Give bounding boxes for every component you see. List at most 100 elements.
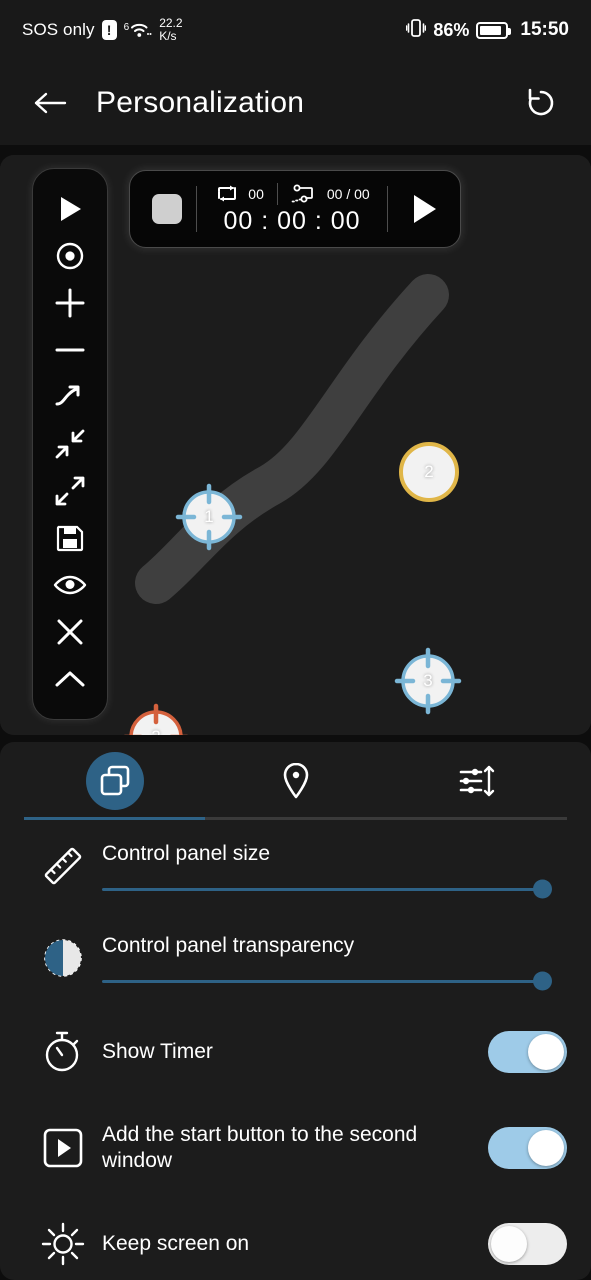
setting-body: Show Timer — [102, 1039, 488, 1065]
setting-label: Control panel size — [102, 841, 271, 865]
status-bar-left: SOS only ! 6 22.2 K/s — [22, 17, 183, 42]
timer-counters: 00 00 / 00 — [214, 182, 370, 205]
slider-thumb[interactable] — [533, 879, 552, 899]
network-speed: 22.2 K/s — [159, 17, 182, 42]
ring-marker-icon — [399, 442, 459, 502]
timer-widget: 00 00 / 00 00 : 00 : 00 — [129, 170, 461, 248]
start-button[interactable] — [402, 187, 446, 231]
slider-thumb[interactable] — [533, 971, 552, 991]
divider — [276, 182, 278, 205]
tool-expand-button[interactable] — [40, 468, 100, 515]
slider-body: Control panel size — [102, 841, 567, 899]
setting-label: Control panel transparency — [102, 933, 355, 957]
waypoint-marker[interactable]: 2 — [121, 702, 191, 735]
waypoint-marker[interactable]: 1 — [174, 482, 244, 552]
stop-button[interactable] — [152, 194, 182, 224]
wifi-generation-label: 6 — [123, 22, 130, 33]
network-speed-unit: K/s — [159, 29, 177, 43]
eye-icon — [53, 576, 87, 595]
loop-counter: 00 — [214, 184, 264, 204]
route-count-label: 00 / 00 — [326, 185, 370, 202]
tool-add-button[interactable] — [40, 279, 100, 326]
status-bar: SOS only ! 6 22.2 K/s 86% 15:50 — [0, 0, 591, 60]
setting-body: Keep screen on — [102, 1231, 488, 1257]
tool-preview-button[interactable] — [40, 562, 100, 609]
add-start-button-toggle[interactable] — [488, 1127, 567, 1169]
tab-windows[interactable] — [24, 742, 205, 820]
curve-arrow-icon — [55, 385, 80, 406]
ruler-icon — [24, 843, 102, 889]
waypoint-marker[interactable]: 3 — [393, 646, 463, 716]
status-bar-right: 86% 15:50 — [406, 17, 569, 44]
alert-icon: ! — [101, 20, 117, 40]
setting-row-add-start-button: Add the start button to the second windo… — [24, 1100, 567, 1196]
reset-button[interactable] — [519, 81, 563, 125]
show-timer-toggle[interactable] — [488, 1031, 567, 1073]
play-square-icon — [24, 1126, 102, 1170]
toggle-knob — [528, 1130, 564, 1166]
collapse-icon — [55, 429, 85, 459]
clock-label: 15:50 — [520, 19, 569, 40]
setting-row-control-panel-transparency: Control panel transparency — [24, 912, 567, 1004]
divider — [387, 186, 388, 232]
page-title: Personalization — [96, 85, 305, 119]
slider-body: Control panel transparency — [102, 933, 567, 991]
battery-percent-label: 86% — [433, 19, 470, 40]
keep-screen-on-toggle[interactable] — [488, 1223, 567, 1265]
setting-row-keep-screen-on: Keep screen on — [24, 1196, 567, 1280]
contrast-icon — [24, 936, 102, 980]
settings-panel: Control panel size Control panel transpa… — [0, 742, 591, 1280]
stopwatch-icon — [24, 1029, 102, 1075]
back-button[interactable] — [28, 81, 72, 125]
app-header: Personalization — [0, 60, 591, 145]
wifi-icon: 6 — [124, 20, 153, 40]
layers-icon — [100, 765, 129, 796]
tool-curve-button[interactable] — [40, 373, 100, 420]
tool-close-button[interactable] — [40, 609, 100, 656]
record-icon — [56, 242, 84, 269]
toggle-knob — [528, 1034, 564, 1070]
toggle-knob — [491, 1226, 527, 1262]
route-icon — [291, 184, 313, 202]
vibrate-icon — [406, 17, 427, 44]
plus-icon — [55, 288, 85, 318]
map-toolbar — [32, 168, 108, 720]
tool-play-button[interactable] — [40, 185, 100, 232]
tool-save-button[interactable] — [40, 515, 100, 562]
close-icon — [57, 619, 83, 645]
battery-icon — [476, 21, 512, 39]
tool-remove-button[interactable] — [40, 326, 100, 373]
tab-settings[interactable] — [386, 742, 567, 820]
control-panel-size-slider[interactable] — [102, 879, 552, 899]
setting-body: Add the start button to the second windo… — [102, 1122, 488, 1175]
setting-label: Keep screen on — [102, 1231, 250, 1255]
tab-underline-active — [24, 817, 205, 820]
play-icon — [61, 196, 81, 221]
loop-icon — [218, 185, 237, 201]
tab-windows-active-bg — [85, 752, 144, 810]
elapsed-time-label: 00 : 00 : 00 — [223, 206, 361, 235]
arrow-left-icon — [34, 92, 67, 113]
setting-label: Show Timer — [102, 1039, 213, 1063]
tab-location[interactable] — [205, 742, 386, 820]
control-panel-transparency-slider[interactable] — [102, 971, 552, 991]
pin-icon — [283, 762, 308, 799]
loop-count-label: 00 — [248, 185, 264, 202]
minus-icon — [55, 348, 85, 352]
crosshair-icon — [394, 647, 462, 715]
tab-bar — [24, 742, 567, 820]
divider — [196, 186, 197, 232]
tool-collapse-panel-button[interactable] — [40, 656, 100, 703]
setting-row-show-timer: Show Timer — [24, 1004, 567, 1100]
expand-icon — [55, 476, 85, 506]
carrier-label: SOS only — [22, 20, 95, 39]
reset-icon — [528, 88, 554, 115]
waypoint-marker[interactable]: 2 — [394, 437, 464, 507]
sliders-icon — [459, 765, 494, 797]
map-panel[interactable]: 1 2 2 3 — [0, 155, 591, 735]
save-icon — [56, 526, 84, 552]
brightness-icon — [24, 1221, 102, 1267]
tool-record-button[interactable] — [40, 232, 100, 279]
tool-collapse-button[interactable] — [40, 420, 100, 467]
timer-readout: 00 00 / 00 00 : 00 : 00 — [211, 182, 373, 236]
